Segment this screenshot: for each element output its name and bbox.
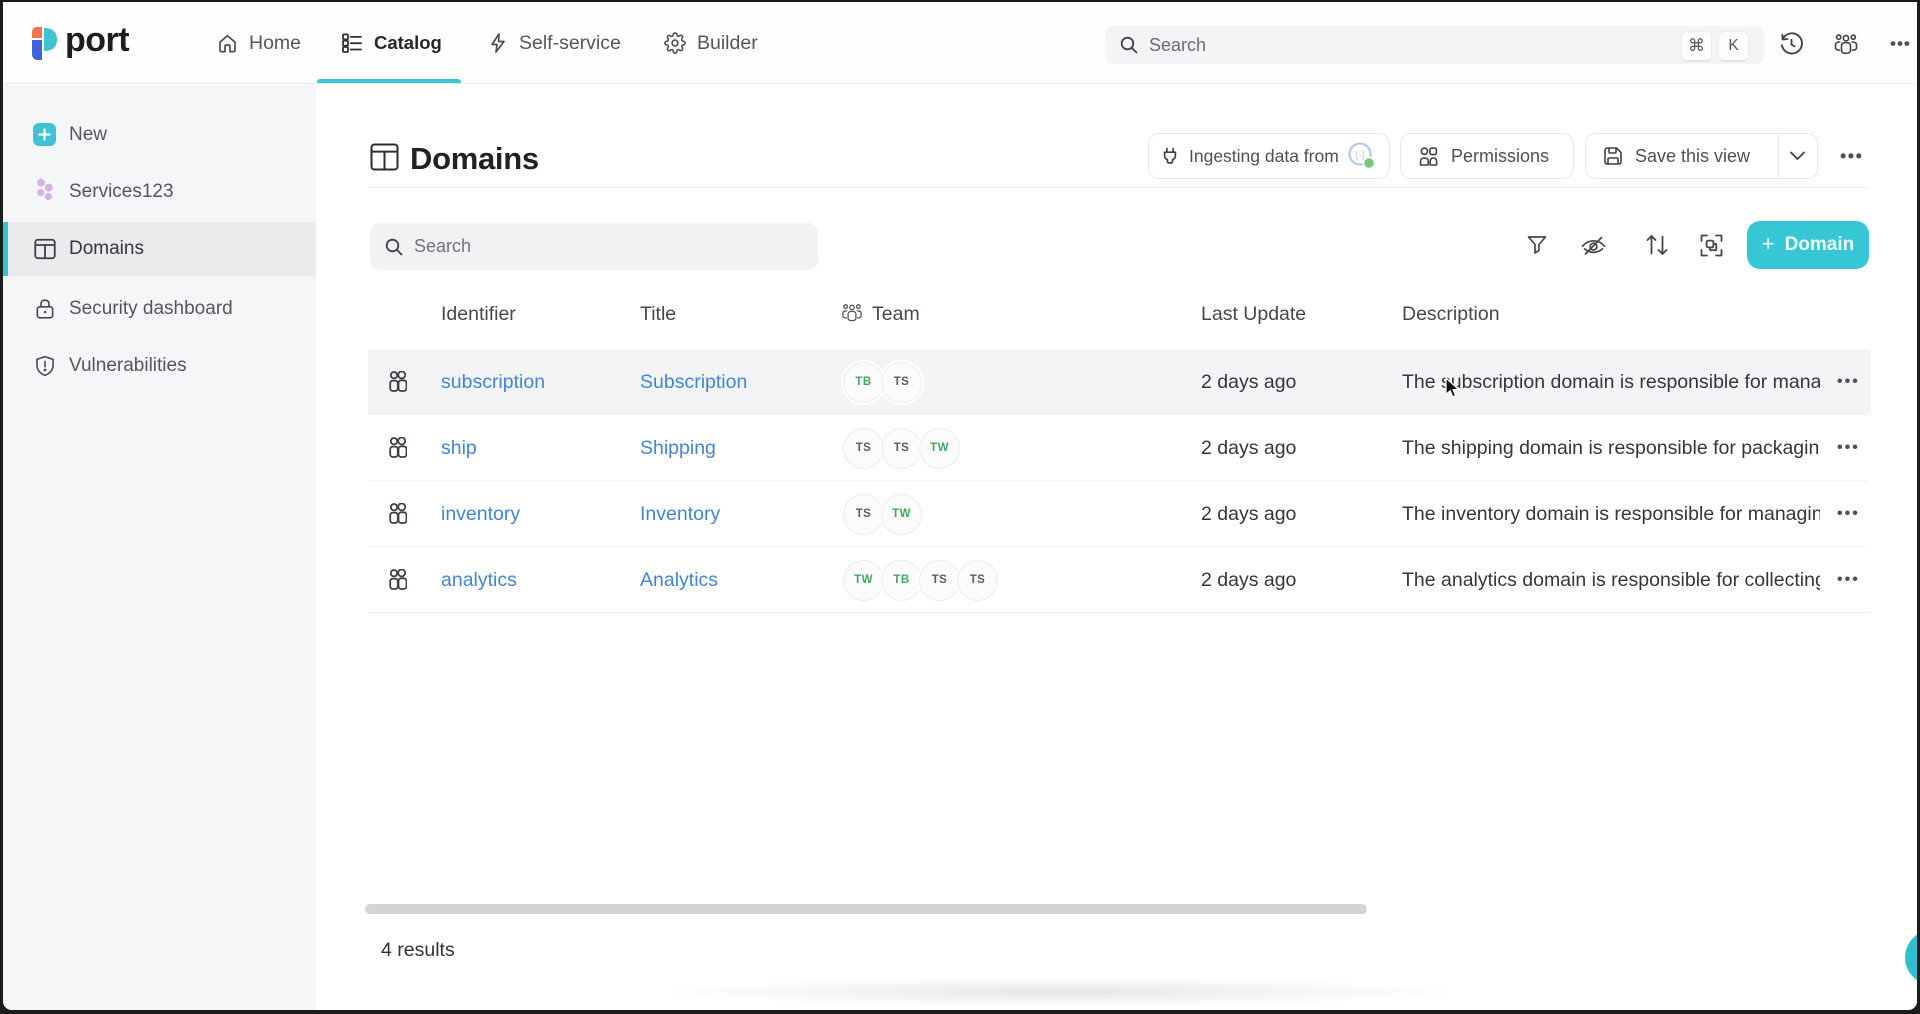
svg-text:(·): (·) bbox=[1355, 150, 1365, 161]
